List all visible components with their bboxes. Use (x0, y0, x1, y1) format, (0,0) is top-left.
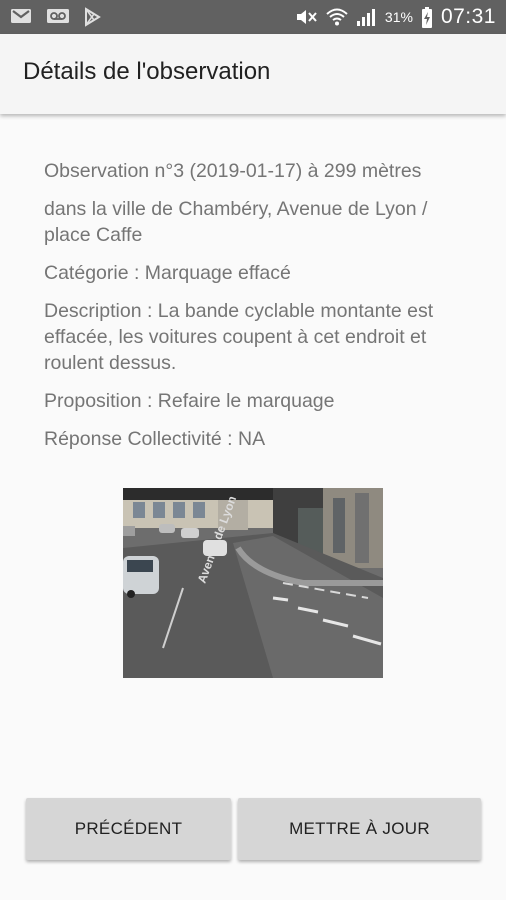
update-button[interactable]: METTRE À JOUR (238, 798, 481, 860)
status-bar: 31% 07:31 (0, 0, 506, 34)
battery-percentage: 31% (384, 9, 413, 25)
gmail-icon (10, 7, 32, 27)
page-title: Détails de l'observation (23, 58, 271, 85)
clock: 07:31 (440, 5, 496, 28)
observation-details: Observation n°3 (2019-01-17) à 299 mètre… (44, 158, 474, 464)
app-bar: Détails de l'observation (0, 34, 506, 114)
mute-icon (295, 7, 317, 27)
observation-photo: Avenue de Lyon (123, 488, 383, 678)
observation-header: Observation n°3 (2019-01-17) à 299 mètre… (44, 160, 422, 182)
observation-response: Réponse Collectivité : NA (44, 428, 266, 450)
play-store-icon (82, 7, 104, 27)
voicemail-icon (46, 7, 69, 27)
signal-icon (355, 7, 377, 27)
wifi-icon (325, 7, 348, 27)
observation-proposal: Proposition : Refaire le marquage (44, 390, 335, 412)
battery-charging-icon (421, 7, 433, 28)
observation-description: Description : La bande cyclable montante… (44, 300, 434, 374)
observation-location: dans la ville de Chambéry, Avenue de Lyo… (44, 198, 428, 246)
observation-category: Catégorie : Marquage effacé (44, 262, 291, 284)
previous-button[interactable]: PRÉCÉDENT (26, 798, 231, 860)
